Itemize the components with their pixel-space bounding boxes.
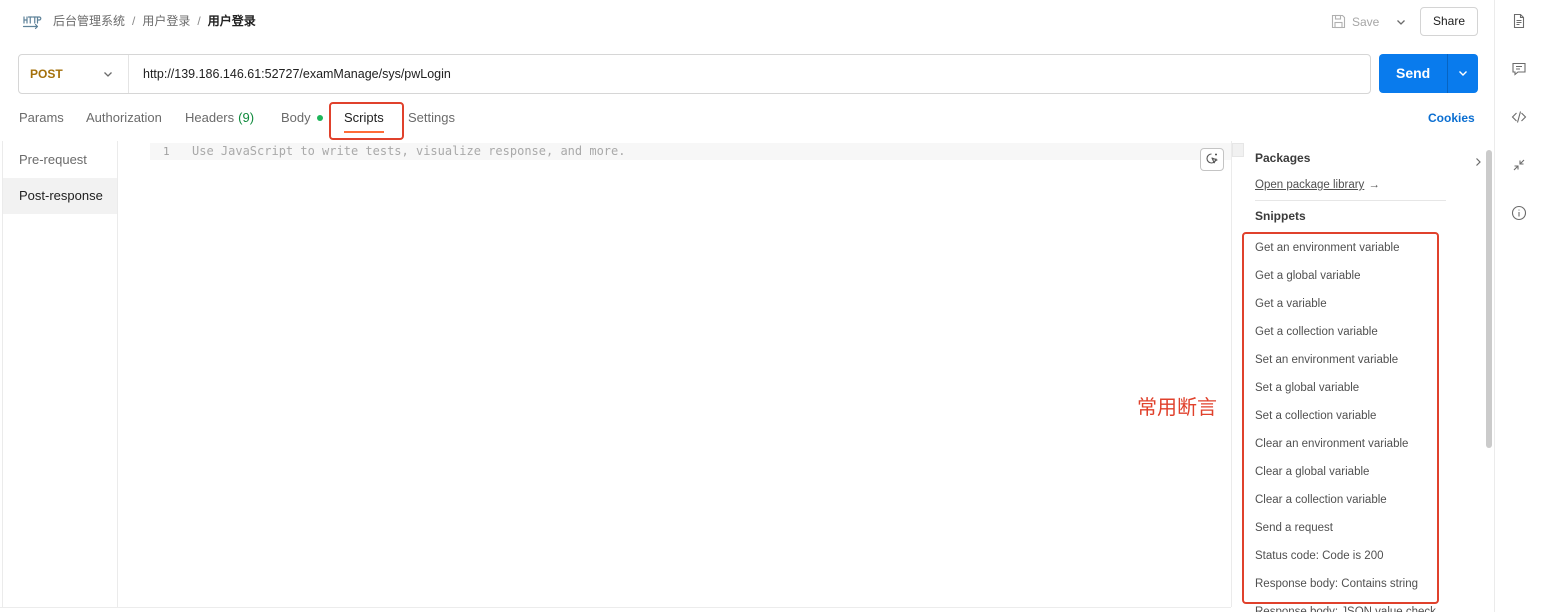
tab-settings[interactable]: Settings: [408, 109, 455, 127]
snippet-item[interactable]: Send a request: [1255, 520, 1440, 536]
send-options-button[interactable]: [1447, 54, 1478, 93]
breadcrumb-separator: /: [197, 14, 201, 28]
snippet-item[interactable]: Clear a collection variable: [1255, 492, 1440, 508]
tab-label: Settings: [408, 110, 455, 125]
postbot-icon: [1205, 152, 1219, 166]
tab-headers[interactable]: Headers (9): [185, 109, 254, 127]
snippet-item[interactable]: Clear an environment variable: [1255, 436, 1440, 452]
breadcrumb: 后台管理系统 / 用户登录 / 用户登录: [53, 12, 256, 30]
share-button[interactable]: Share: [1420, 7, 1478, 36]
breadcrumb-folder[interactable]: 用户登录: [142, 12, 190, 30]
breadcrumb-request-name[interactable]: 用户登录: [208, 12, 256, 30]
bottom-divider: [0, 607, 1231, 608]
line-number: 1: [163, 145, 170, 158]
related-icon[interactable]: [1511, 157, 1527, 173]
tab-params[interactable]: Params: [19, 109, 64, 127]
breadcrumb-collection[interactable]: 后台管理系统: [53, 12, 125, 30]
snippet-item[interactable]: Get a collection variable: [1255, 324, 1440, 340]
save-options-button[interactable]: [1392, 8, 1410, 36]
snippet-item[interactable]: Clear a global variable: [1255, 464, 1440, 480]
info-icon[interactable]: [1511, 205, 1527, 221]
side-panel-scrollbar[interactable]: [1486, 150, 1492, 448]
url-input[interactable]: http://139.186.146.61:52727/examManage/s…: [129, 55, 1370, 93]
snippet-item[interactable]: Get an environment variable: [1255, 240, 1440, 256]
chevron-down-icon: [1395, 16, 1407, 28]
tab-label: Params: [19, 110, 64, 125]
annotation-box-scripts-tab: [329, 102, 404, 140]
phase-post-response[interactable]: Post-response: [3, 178, 117, 214]
comments-icon[interactable]: [1511, 61, 1527, 77]
snippets-title: Snippets: [1255, 209, 1306, 223]
divider: [1255, 200, 1446, 201]
headers-count: (9): [238, 110, 255, 125]
snippet-item[interactable]: Set an environment variable: [1255, 352, 1440, 368]
package-link-label: Open package library: [1255, 179, 1365, 191]
snippet-item[interactable]: Get a variable: [1255, 296, 1440, 312]
snippet-item[interactable]: Set a collection variable: [1255, 408, 1440, 424]
right-rail-divider: [1494, 0, 1495, 612]
save-label: Save: [1352, 15, 1380, 29]
scripts-side-panel: Packages Open package library → Snippets …: [1232, 141, 1494, 612]
chevron-right-icon[interactable]: [1472, 156, 1484, 168]
snippet-item[interactable]: Status code: Code is 200: [1255, 548, 1440, 564]
method-label: POST: [30, 67, 63, 81]
save-icon: [1331, 14, 1346, 29]
body-content-dot: [316, 115, 323, 121]
request-bar: POST http://139.186.146.61:52727/examMan…: [18, 54, 1371, 94]
phase-pre-request[interactable]: Pre-request: [3, 142, 117, 177]
editor-placeholder: Use JavaScript to write tests, visualize…: [192, 144, 626, 158]
snippet-item[interactable]: Set a global variable: [1255, 380, 1440, 396]
save-button[interactable]: Save: [1329, 8, 1385, 36]
chevron-down-icon: [102, 68, 114, 80]
tab-body[interactable]: Body: [281, 109, 323, 127]
snippet-item[interactable]: Response body: JSON value check: [1255, 604, 1440, 612]
postbot-button[interactable]: [1200, 148, 1224, 171]
snippet-item[interactable]: Response body: Contains string: [1255, 576, 1440, 592]
packages-title: Packages: [1255, 151, 1311, 165]
documentation-icon[interactable]: [1511, 13, 1527, 29]
script-phase-list: Pre-request Post-response: [3, 141, 117, 607]
arrow-right-icon: →: [1368, 179, 1380, 191]
script-editor[interactable]: 1 Use JavaScript to write tests, visuali…: [118, 141, 1231, 607]
tab-label: Headers: [185, 110, 235, 125]
snippet-item[interactable]: Get a global variable: [1255, 268, 1440, 284]
method-select[interactable]: POST: [19, 55, 129, 93]
breadcrumb-separator: /: [132, 14, 136, 28]
send-button[interactable]: Send: [1379, 54, 1447, 93]
tab-label: Body: [281, 110, 311, 125]
open-package-library-link[interactable]: Open package library →: [1255, 177, 1380, 193]
panel-resize-handle[interactable]: [1232, 143, 1244, 157]
annotation-label: 常用断言: [1137, 397, 1217, 419]
cookies-link[interactable]: Cookies: [1428, 109, 1475, 127]
code-icon[interactable]: [1511, 109, 1527, 125]
tab-authorization[interactable]: Authorization: [86, 109, 162, 127]
http-request-icon: [22, 14, 42, 30]
tab-label: Authorization: [86, 110, 162, 125]
chevron-down-icon: [1457, 67, 1469, 79]
